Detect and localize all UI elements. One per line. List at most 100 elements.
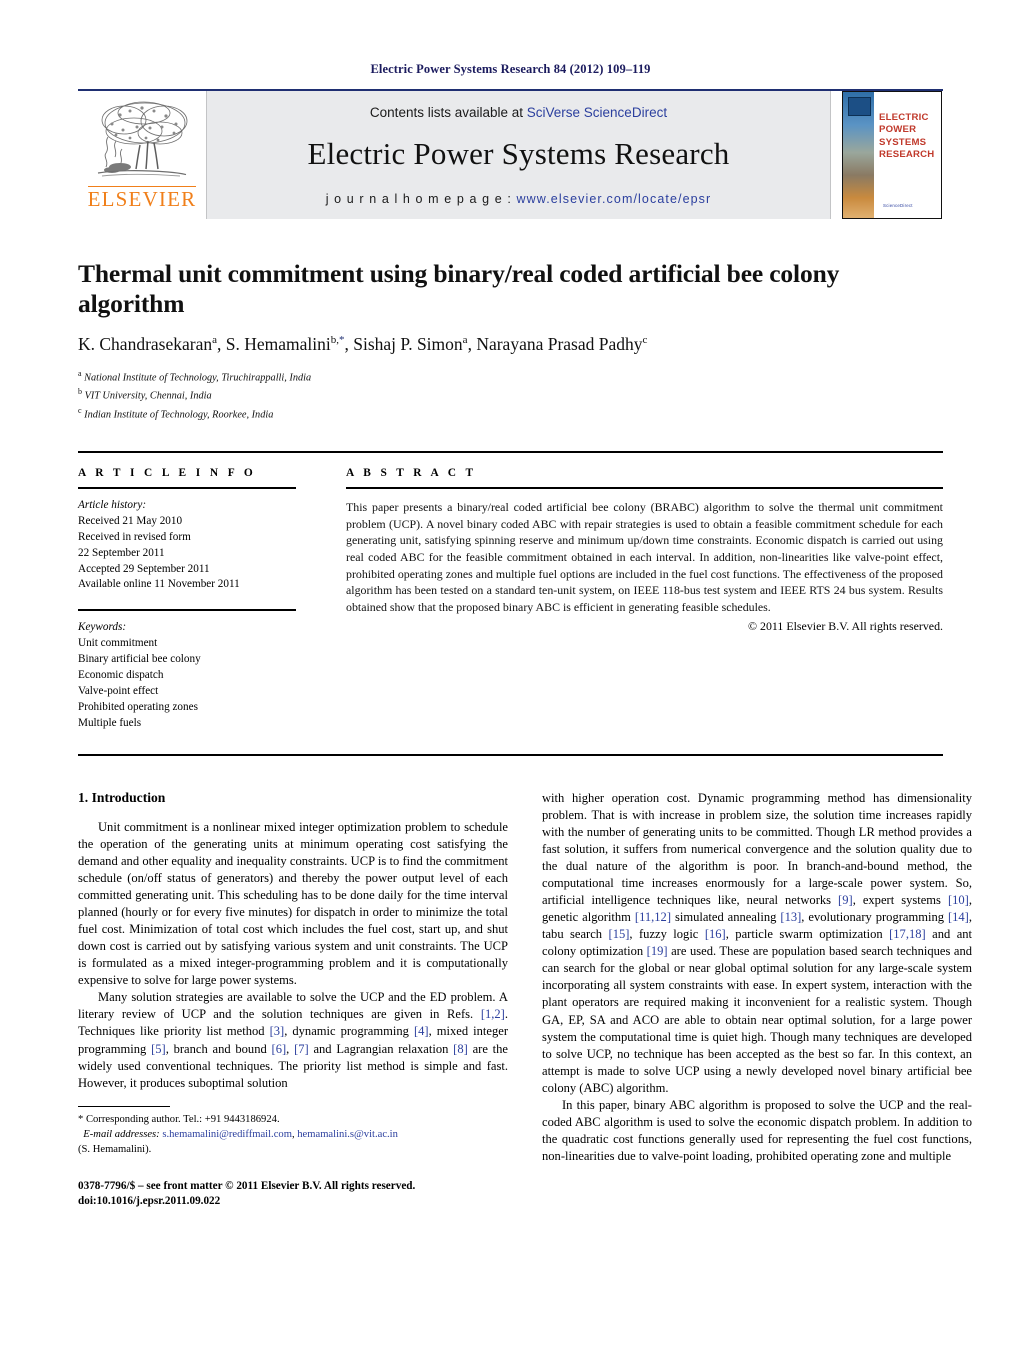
body-right-column: with higher operation cost. Dynamic prog… xyxy=(542,790,972,1210)
author-affiliation-marker: a xyxy=(462,334,468,347)
keywords-rule xyxy=(78,609,296,612)
affiliation-marker: a xyxy=(78,368,82,378)
email-link-1[interactable]: s.hemamalini@rediffmail.com xyxy=(162,1129,292,1140)
citation-link[interactable]: [6] xyxy=(272,1042,287,1056)
homepage-url-link[interactable]: www.elsevier.com/locate/epsr xyxy=(517,192,712,206)
email-label: E-mail addresses: xyxy=(83,1128,160,1140)
article-history-item: Received in revised form xyxy=(78,530,191,543)
citation-link[interactable]: [11,12] xyxy=(635,910,671,924)
contents-prefix: Contents lists available at xyxy=(369,104,527,120)
keyword-item: Unit commitment xyxy=(78,637,158,650)
footnote-separator xyxy=(78,1105,170,1107)
citation-link[interactable]: [7] xyxy=(294,1042,309,1056)
affiliation-item: c Indian Institute of Technology, Roorke… xyxy=(78,405,274,421)
body-left-column: 1. Introduction Unit commitment is a non… xyxy=(78,790,508,1210)
article-history-label: Article history: xyxy=(78,498,147,511)
cover-title-text: ELECTRIC POWER SYSTEMS RESEARCH xyxy=(879,112,937,161)
email-owner: (S. Hemamalini). xyxy=(78,1143,152,1155)
citation-link[interactable]: [3] xyxy=(270,1024,285,1038)
journal-title: Electric Power Systems Research xyxy=(307,135,730,171)
author-name: Narayana Prasad Padhy xyxy=(476,334,643,355)
keywords-label: Keywords: xyxy=(78,621,127,634)
affiliation-item: a National Institute of Technology, Tiru… xyxy=(78,368,312,384)
cover-image: ELECTRIC POWER SYSTEMS RESEARCH ScienceD… xyxy=(842,91,942,219)
keyword-item: Valve-point effect xyxy=(78,685,159,697)
abstract-column: A B S T R A C T This paper presents a bi… xyxy=(346,467,943,732)
article-info-heading: A R T I C L E I N F O xyxy=(78,466,257,479)
author-affiliation-marker: b,* xyxy=(330,334,345,347)
title-block: Thermal unit commitment using binary/rea… xyxy=(78,219,943,423)
citation-link[interactable]: [10] xyxy=(948,893,969,907)
elsevier-wordmark: ELSEVIER xyxy=(87,186,197,211)
citation-link[interactable]: [16] xyxy=(705,927,726,941)
article-history-item: Received 21 May 2010 xyxy=(78,514,183,527)
elsevier-tree-icon xyxy=(97,101,188,177)
page-title: Thermal unit commitment using binary/rea… xyxy=(78,259,840,319)
corresponding-author-marker[interactable]: * xyxy=(339,334,345,346)
affiliation-marker: b xyxy=(78,387,82,397)
info-top-divider xyxy=(78,450,943,453)
keyword-item: Binary artificial bee colony xyxy=(78,653,201,666)
citation-link[interactable]: [13] xyxy=(780,910,801,924)
citation-link[interactable]: [8] xyxy=(453,1042,468,1056)
sciencedirect-link[interactable]: SciVerse ScienceDirect xyxy=(527,105,667,120)
article-history-item: 22 September 2011 xyxy=(78,546,165,559)
article-info-column: A R T I C L E I N F O Article history: R… xyxy=(78,467,346,732)
affiliation-list: a National Institute of Technology, Tiru… xyxy=(78,368,943,423)
elsevier-logo: ELSEVIER xyxy=(78,91,206,219)
citation-link[interactable]: [15] xyxy=(609,927,630,941)
citation-link[interactable]: [17,18] xyxy=(889,927,926,941)
citation-link[interactable]: [4] xyxy=(414,1024,429,1038)
author-name: Sishaj P. Simon xyxy=(353,334,463,355)
front-matter-block: 0378-7796/$ – see front matter © 2011 El… xyxy=(78,1179,508,1210)
author-affiliation-marker: c xyxy=(642,334,648,347)
citation-link[interactable]: [5] xyxy=(151,1042,166,1056)
article-history-item: Available online 11 November 2011 xyxy=(78,578,240,591)
affiliation-item: b VIT University, Chennai, India xyxy=(78,387,212,402)
journal-article-page: Electric Power Systems Research 84 (2012… xyxy=(0,0,1021,1351)
author-name: S. Hemamalini xyxy=(225,334,331,355)
author-affiliation-marker: a xyxy=(212,334,218,347)
body-columns: 1. Introduction Unit commitment is a non… xyxy=(78,790,972,1210)
affiliation-marker: c xyxy=(78,405,82,415)
paragraph: Unit commitment is a nonlinear mixed int… xyxy=(78,819,508,988)
keyword-item: Multiple fuels xyxy=(78,716,142,729)
running-head: Electric Power Systems Research 84 (2012… xyxy=(370,62,651,76)
journal-header-band: ELSEVIER Contents lists available at Sci… xyxy=(78,91,943,219)
footnote-block: * Corresponding author. Tel.: +91 944318… xyxy=(78,1112,508,1157)
citation-link[interactable]: [9] xyxy=(838,893,853,907)
cover-badge-icon xyxy=(848,97,871,116)
keywords-list: Unit commitment Binary artificial bee col… xyxy=(78,636,346,731)
abstract-copyright: © 2011 Elsevier B.V. All rights reserved… xyxy=(748,618,943,633)
contents-available-line: Contents lists available at SciVerse Sci… xyxy=(370,105,667,120)
email-line: E-mail addresses: s.hemamalini@rediffmai… xyxy=(78,1127,508,1142)
citation-link[interactable]: [19] xyxy=(647,944,668,958)
paragraph: In this paper, binary ABC algorithm is p… xyxy=(542,1097,972,1164)
journal-homepage-line: j o u r n a l h o m e p a g e : www.else… xyxy=(326,192,712,206)
homepage-label: j o u r n a l h o m e p a g e : xyxy=(325,191,517,206)
abstract-rule xyxy=(346,486,943,489)
cover-sciencedirect-mark: ScienceDirect xyxy=(883,203,913,208)
journal-cover-thumbnail: ELECTRIC POWER SYSTEMS RESEARCH ScienceD… xyxy=(831,91,943,219)
article-history-item: Accepted 29 September 2011 xyxy=(78,562,210,575)
abstract-heading: A B S T R A C T xyxy=(346,466,477,479)
section-heading-introduction: 1. Introduction xyxy=(78,789,166,805)
journal-banner: Contents lists available at SciVerse Sci… xyxy=(206,91,831,219)
article-history-lines: Received 21 May 2010 Received in revised … xyxy=(78,514,346,594)
info-abstract-grid: A R T I C L E I N F O Article history: R… xyxy=(78,467,943,732)
info-bottom-divider xyxy=(78,753,943,756)
author-name: K. Chandrasekaran xyxy=(78,334,213,355)
doi-text: doi:10.1016/j.epsr.2011.09.022 xyxy=(78,1195,221,1208)
article-info-rule xyxy=(78,486,296,489)
cover-title-line1: ELECTRIC POWER xyxy=(879,112,929,136)
corresponding-author-note: * Corresponding author. Tel.: +91 944318… xyxy=(78,1113,280,1125)
citation-link[interactable]: [1,2] xyxy=(481,1007,505,1021)
keyword-item: Economic dispatch xyxy=(78,669,164,682)
author-list: K. Chandrasekarana, S. Hemamalinib,*, Si… xyxy=(78,334,648,355)
cover-title-line2: SYSTEMS RESEARCH xyxy=(879,136,935,160)
issn-front-matter: 0378-7796/$ – see front matter © 2011 El… xyxy=(78,1179,416,1192)
citation-link[interactable]: [14] xyxy=(948,910,969,924)
email-link-2[interactable]: hemamalini.s@vit.ac.in xyxy=(297,1129,398,1140)
abstract-text: This paper presents a binary/real coded … xyxy=(346,499,943,614)
keyword-item: Prohibited operating zones xyxy=(78,700,198,713)
